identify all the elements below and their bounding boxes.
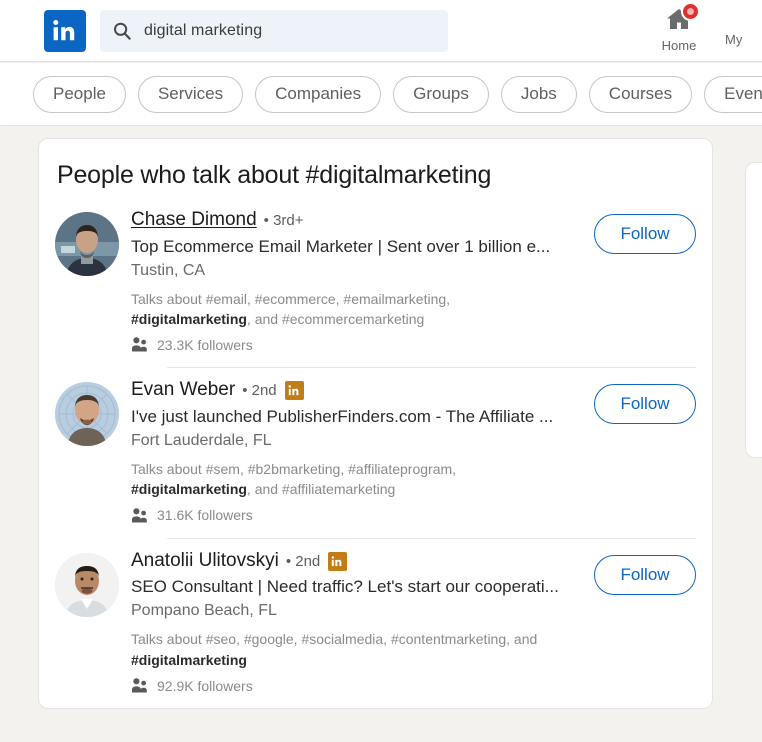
premium-badge-icon xyxy=(284,381,304,401)
followers-count: 31.6K followers xyxy=(157,507,253,524)
follow-button[interactable]: Follow xyxy=(594,554,696,595)
notification-badge xyxy=(681,2,700,21)
search-icon xyxy=(112,21,132,41)
page-title: People who talk about #digitalmarketing xyxy=(57,161,492,189)
followers-line: 31.6K followers xyxy=(131,507,696,524)
follow-button[interactable]: Follow xyxy=(594,384,696,425)
search-results-page: People who talk about #digitalmarketing … xyxy=(0,126,762,742)
avatar[interactable] xyxy=(55,552,119,617)
person-result-item[interactable]: Anatolii Ulitovskyi • 2nd SEO Consultant… xyxy=(39,539,712,694)
person-talks-about: Talks about #email, #ecommerce, #emailma… xyxy=(131,289,565,330)
followers-icon xyxy=(131,507,148,524)
search-input[interactable]: digital marketing xyxy=(100,10,448,52)
talks-prefix: Talks about #email, #ecommerce, #emailma… xyxy=(131,290,451,307)
talks-prefix: Talks about #seo, #google, #socialmedia,… xyxy=(131,631,538,648)
connection-degree: • 2nd xyxy=(242,382,277,400)
search-filter-bar: People Services Companies Groups Jobs Co… xyxy=(0,63,762,125)
avatar[interactable] xyxy=(55,212,119,276)
person-location: Pompano Beach, FL xyxy=(131,602,277,620)
followers-icon xyxy=(131,336,148,353)
followers-icon xyxy=(131,677,148,694)
person-talks-about: Talks about #seo, #google, #socialmedia,… xyxy=(131,629,565,670)
followers-count: 92.9K followers xyxy=(157,677,253,694)
person-name-link[interactable]: Evan Weber xyxy=(131,378,235,402)
person-name-link[interactable]: Chase Dimond xyxy=(131,208,257,232)
person-result-item[interactable]: Evan Weber • 2nd I've just launched Publ… xyxy=(39,368,712,523)
person-location: Fort Lauderdale, FL xyxy=(131,432,272,450)
filter-pill-events[interactable]: Events xyxy=(704,75,762,113)
followers-line: 23.3K followers xyxy=(131,336,696,353)
talks-highlight: #digitalmarketing xyxy=(131,481,247,498)
people-results-card: People who talk about #digitalmarketing … xyxy=(38,138,713,710)
top-navigation-bar: digital marketing Home My xyxy=(0,0,762,62)
filter-pill-people[interactable]: People xyxy=(33,75,126,113)
filter-pill-companies[interactable]: Companies xyxy=(255,75,382,113)
filter-pill-courses[interactable]: Courses xyxy=(588,75,693,113)
filter-pill-groups[interactable]: Groups xyxy=(393,75,489,113)
nav-label-my-network: My xyxy=(725,32,743,47)
person-talks-about: Talks about #sem, #b2bmarketing, #affili… xyxy=(131,459,565,500)
followers-line: 92.9K followers xyxy=(131,677,696,694)
talks-highlight: #digitalmarketing xyxy=(131,651,247,668)
nav-label-home: Home xyxy=(661,38,697,53)
search-input-value: digital marketing xyxy=(144,22,263,39)
talks-prefix: Talks about #sem, #b2bmarketing, #affili… xyxy=(131,461,457,478)
premium-badge-icon xyxy=(328,551,348,571)
person-name-link[interactable]: Anatolii Ulitovskyi xyxy=(131,549,279,573)
filter-pill-jobs[interactable]: Jobs xyxy=(500,75,577,113)
person-location: Tustin, CA xyxy=(131,261,206,279)
follow-button[interactable]: Follow xyxy=(594,214,696,254)
talks-suffix: , and #ecommercemarketing xyxy=(246,311,425,328)
talks-suffix: , and #affiliatemarketing xyxy=(246,481,396,498)
avatar[interactable] xyxy=(55,382,119,447)
filter-pill-services[interactable]: Services xyxy=(137,75,244,113)
nav-item-home[interactable]: Home xyxy=(639,2,719,53)
nav-item-my-network[interactable]: My xyxy=(722,6,762,47)
home-icon xyxy=(664,2,700,32)
right-sidebar-card xyxy=(745,162,762,458)
linkedin-logo[interactable] xyxy=(44,10,86,52)
talks-highlight: #digitalmarketing xyxy=(131,311,247,328)
connection-degree: • 2nd xyxy=(285,552,321,570)
connection-degree: • 3rd+ xyxy=(263,212,304,229)
person-result-item[interactable]: Chase Dimond • 3rd+ Top Ecommerce Email … xyxy=(39,198,712,353)
followers-count: 23.3K followers xyxy=(157,336,253,353)
